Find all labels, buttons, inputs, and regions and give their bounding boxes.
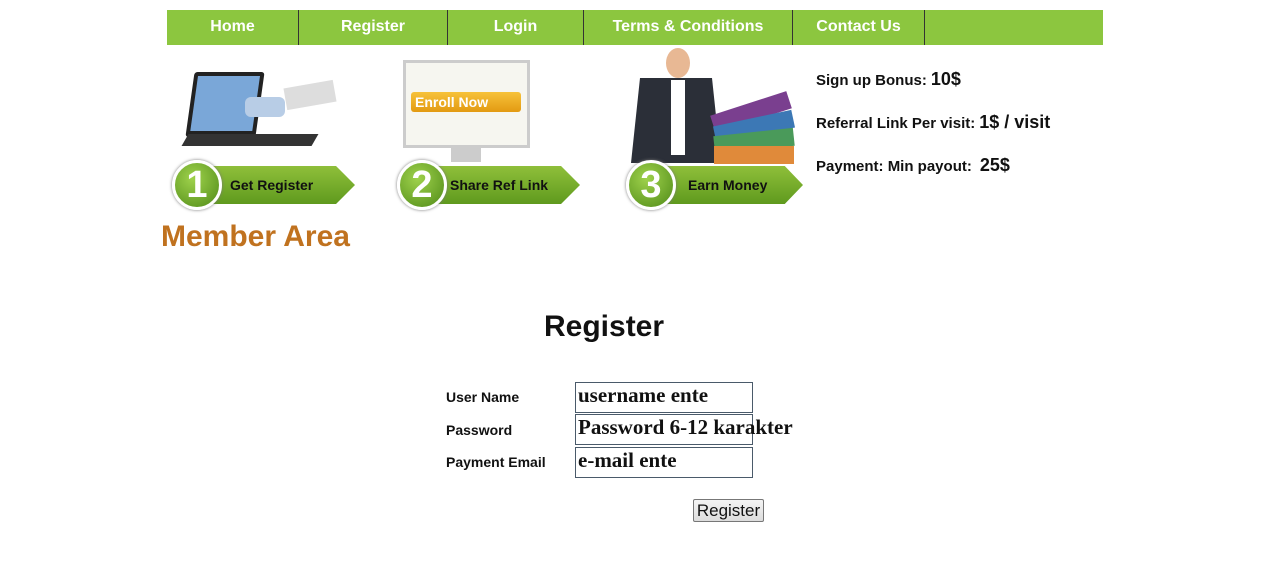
step-1: Get Register 1 [172, 160, 357, 210]
email-input[interactable]: e-mail ente [575, 447, 753, 478]
info-value: 1$ / visit [979, 112, 1051, 132]
input-value: username ente [578, 383, 709, 407]
monitor-image: Enroll Now [403, 60, 530, 164]
input-value: Password 6-12 karakter [578, 415, 793, 439]
username-input[interactable]: username ente [575, 382, 753, 413]
nav-login[interactable]: Login [448, 10, 584, 45]
step-2: Share Ref Link 2 [397, 160, 582, 210]
info-value: 25$ [979, 155, 1010, 175]
step-number: 1 [172, 160, 222, 210]
money-man-image [626, 48, 801, 166]
info-label: Sign up Bonus: [816, 72, 927, 89]
step-number: 3 [626, 160, 676, 210]
min-payout: Payment: Min payout: 25$ [816, 155, 1010, 176]
password-input[interactable]: Password 6-12 karakter [575, 414, 793, 445]
member-area-heading: Member Area [161, 220, 350, 253]
laptop-image [181, 72, 337, 157]
nav-contact[interactable]: Contact Us [793, 10, 925, 45]
referral-rate: Referral Link Per visit: 1$ / visit [816, 112, 1050, 133]
password-label: Password [446, 422, 513, 438]
nav-register[interactable]: Register [299, 10, 448, 45]
page-title: Register [544, 310, 665, 343]
nav-terms[interactable]: Terms & Conditions [584, 10, 793, 45]
info-label: Referral Link Per visit: [816, 115, 976, 132]
register-button[interactable]: Register [693, 499, 764, 522]
nav-home[interactable]: Home [167, 10, 299, 45]
info-label: Payment: Min payout: [816, 158, 972, 175]
step-3: Earn Money 3 [626, 160, 806, 210]
top-nav: Home Register Login Terms & Conditions C… [167, 10, 1103, 45]
enroll-now-badge: Enroll Now [411, 92, 521, 112]
email-label: Payment Email [446, 454, 546, 470]
info-value: 10$ [930, 69, 961, 89]
step-number: 2 [397, 160, 447, 210]
signup-bonus: Sign up Bonus: 10$ [816, 69, 961, 90]
input-value: e-mail ente [578, 448, 677, 472]
username-label: User Name [446, 389, 520, 405]
